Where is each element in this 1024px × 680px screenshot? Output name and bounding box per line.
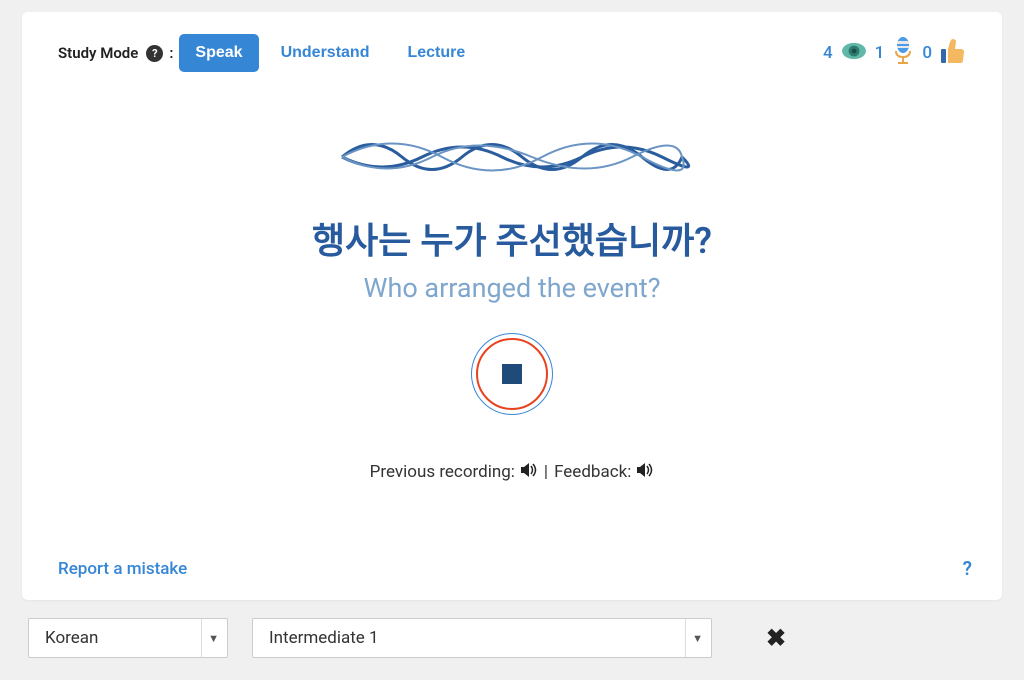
thumbs-up-icon xyxy=(940,37,966,69)
mic-icon xyxy=(892,37,914,69)
colon: : xyxy=(169,44,173,62)
speaker-icon-feedback[interactable] xyxy=(637,463,654,481)
likes-count: 0 xyxy=(922,43,932,63)
chevron-down-icon: ▼ xyxy=(685,619,703,657)
prev-recording-label: Previous recording: xyxy=(370,462,515,482)
stats-row: 4 1 0 xyxy=(823,37,966,69)
main-content: 행사는 누가 주선했습니까? Who arranged the event? P… xyxy=(22,72,1002,482)
mode-understand-button[interactable]: Understand xyxy=(265,34,386,72)
level-value: Intermediate 1 xyxy=(269,628,379,648)
bottom-bar: Korean ▼ Intermediate 1 ▼ ✖ xyxy=(0,600,1024,676)
mode-label: Study Mode xyxy=(58,44,138,62)
close-icon[interactable]: ✖ xyxy=(766,624,786,652)
speaker-icon-prev[interactable] xyxy=(521,463,538,481)
help-button[interactable]: ? xyxy=(963,557,972,580)
level-select[interactable]: Intermediate 1 ▼ xyxy=(252,618,712,658)
views-count: 4 xyxy=(823,43,833,63)
card-header: Study Mode ? : Speak Understand Lecture … xyxy=(22,12,1002,72)
language-value: Korean xyxy=(45,628,98,648)
language-select[interactable]: Korean ▼ xyxy=(28,618,228,658)
waveform-icon xyxy=(332,122,692,192)
feedback-label: Feedback: xyxy=(554,462,631,482)
study-card: Study Mode ? : Speak Understand Lecture … xyxy=(22,12,1002,600)
stop-icon xyxy=(502,364,522,384)
report-mistake-link[interactable]: Report a mistake xyxy=(58,559,187,579)
mode-lecture-button[interactable]: Lecture xyxy=(391,34,481,72)
translation-sentence: Who arranged the event? xyxy=(22,272,1002,304)
mode-speak-button[interactable]: Speak xyxy=(179,34,258,72)
card-footer: Report a mistake ? xyxy=(58,557,972,580)
chevron-down-icon: ▼ xyxy=(201,619,219,657)
help-icon[interactable]: ? xyxy=(146,45,163,62)
separator: | xyxy=(544,462,548,482)
stop-recording-button[interactable] xyxy=(476,338,548,410)
speaks-count: 1 xyxy=(875,43,885,63)
playback-row: Previous recording: | Feedback: xyxy=(22,462,1002,482)
eye-icon xyxy=(841,38,867,68)
target-sentence: 행사는 누가 주선했습니까? xyxy=(22,212,1002,264)
mode-row: Study Mode ? : Speak Understand Lecture xyxy=(58,34,481,72)
